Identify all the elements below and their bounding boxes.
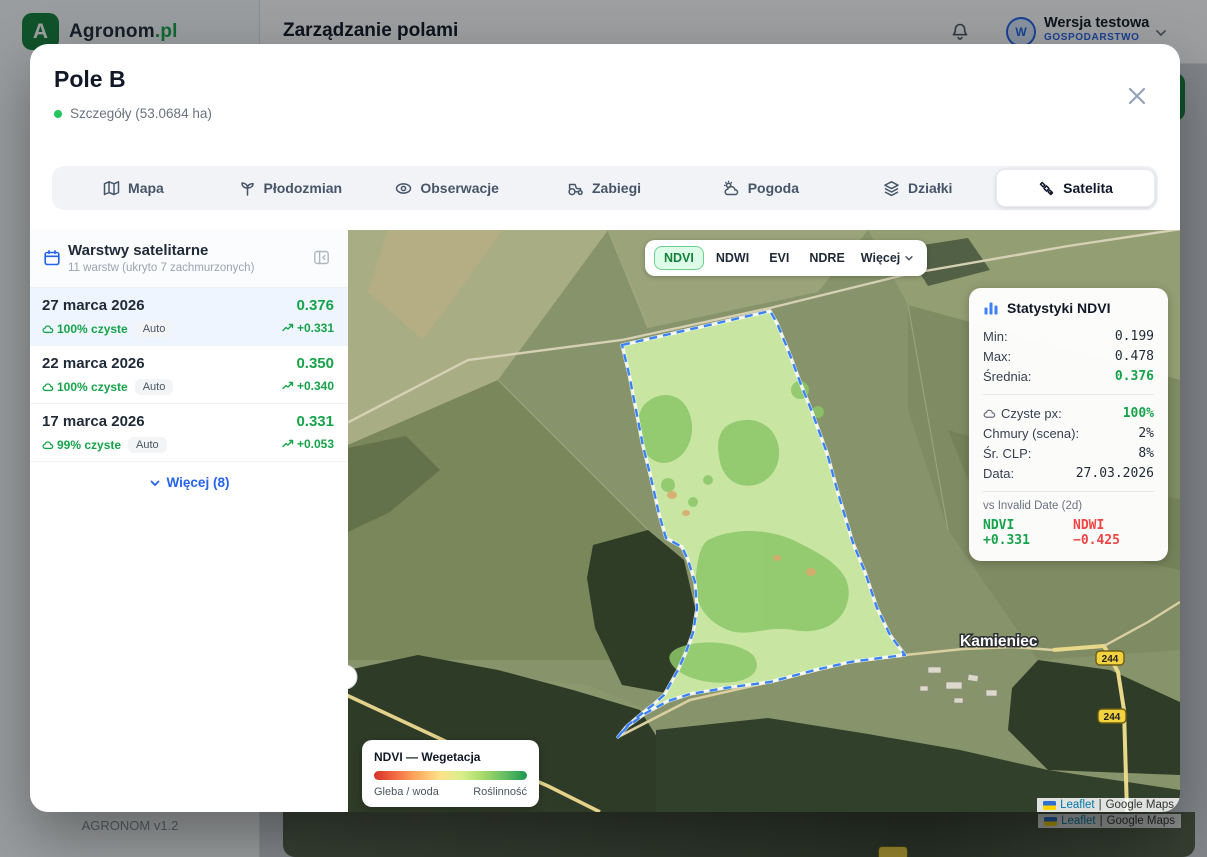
- google-maps-link[interactable]: Google Maps: [1106, 799, 1174, 811]
- stat-min: 0.199: [1115, 329, 1154, 344]
- clean-percentage: 100% czyste: [42, 380, 128, 394]
- tab-mapa[interactable]: Mapa: [55, 169, 212, 207]
- map-attribution: Leaflet | Google Maps: [1037, 798, 1180, 812]
- stat-max: 0.478: [1115, 349, 1154, 364]
- app-root: A Agronom.pl Zarządzanie polami W Wersja…: [0, 0, 1207, 857]
- legend-title: NDVI — Wegetacja: [374, 750, 527, 764]
- index-button-ndvi[interactable]: NDVI: [654, 246, 704, 270]
- ndvi-delta: +0.340: [282, 379, 334, 393]
- index-toolbar: NDVI NDWI EVI NDRE Więcej: [645, 240, 927, 276]
- ndvi-delta: +0.331: [282, 321, 334, 335]
- collapse-panel-icon[interactable]: [313, 249, 330, 266]
- chevron-down-icon: [904, 253, 914, 263]
- index-button-ndre[interactable]: NDRE: [801, 246, 852, 270]
- field-details-modal: Pole B Szczegóły (53.0684 ha) Mapa Płodo…: [30, 44, 1180, 812]
- auto-badge: Auto: [135, 321, 174, 337]
- stat-date: 27.03.2026: [1076, 466, 1154, 481]
- layer-item[interactable]: 17 marca 2026 99% czyste Auto 0.331 +0.0…: [30, 404, 348, 462]
- comparison-label: vs Invalid Date (2d): [983, 500, 1154, 512]
- tractor-icon: [567, 180, 584, 197]
- cloud-icon: [42, 381, 54, 393]
- road-shield: 244: [1096, 651, 1124, 665]
- layers-panel-header: Warstwy satelitarne 11 warstw (ukryto 7 …: [30, 230, 348, 288]
- satellite-map[interactable]: Kamieniec 244 244 NDVI NDWI EVI NDRE Wię: [348, 230, 1180, 812]
- trend-up-icon: [282, 438, 294, 450]
- comparison-deltas: NDVI +0.331 NDWI −0.425: [983, 518, 1154, 548]
- ndvi-delta: +0.053: [282, 437, 334, 451]
- clean-percentage: 99% czyste: [42, 438, 121, 452]
- index-more-button[interactable]: Więcej: [857, 246, 919, 270]
- layers-icon: [883, 180, 900, 197]
- legend-gradient-bar: [374, 771, 527, 780]
- stats-title: Statystyki NDVI: [1007, 300, 1110, 316]
- ndwi-delta-value: NDWI −0.425: [1073, 518, 1154, 548]
- layers-panel-subtitle: 11 warstw (ukryto 7 zachmurzonych): [68, 262, 254, 274]
- tab-zabiegi[interactable]: Zabiegi: [526, 169, 683, 207]
- tab-plodozmian[interactable]: Płodozmian: [212, 169, 369, 207]
- clean-percentage: 100% czyste: [42, 322, 128, 336]
- status-dot: [54, 110, 62, 118]
- trend-up-icon: [282, 380, 294, 392]
- tab-obserwacje[interactable]: Obserwacje: [369, 169, 526, 207]
- ndvi-stats-card: Statystyki NDVI Min:0.199 Max:0.478 Śred…: [969, 288, 1168, 561]
- leaflet-flag-icon: [1043, 801, 1056, 810]
- close-icon[interactable]: [1123, 82, 1151, 110]
- ndvi-value: 0.350: [296, 355, 334, 372]
- satellite-icon: [1038, 180, 1055, 197]
- cloud-sun-icon: [723, 180, 740, 197]
- layer-date: 27 marca 2026: [42, 297, 145, 314]
- auto-badge: Auto: [128, 437, 167, 453]
- cloud-icon: [42, 439, 54, 451]
- place-label: Kamieniec: [960, 633, 1038, 650]
- calendar-icon: [43, 249, 61, 267]
- ndvi-value: 0.331: [296, 413, 334, 430]
- satellite-layers-panel: Warstwy satelitarne 11 warstw (ukryto 7 …: [30, 230, 348, 812]
- index-button-evi[interactable]: EVI: [761, 246, 797, 270]
- index-button-ndwi[interactable]: NDWI: [708, 246, 757, 270]
- layer-date: 17 marca 2026: [42, 413, 145, 430]
- sprout-icon: [239, 180, 256, 197]
- stat-clean-px: 100%: [1123, 406, 1154, 421]
- auto-badge: Auto: [135, 379, 174, 395]
- stat-clouds: 2%: [1138, 426, 1154, 441]
- stat-clp: 8%: [1138, 446, 1154, 461]
- svg-text:244: 244: [1102, 654, 1119, 665]
- modal-title: Pole B: [54, 66, 126, 93]
- chevron-down-icon: [149, 477, 161, 489]
- road-shield: 244: [1098, 709, 1126, 723]
- svg-text:244: 244: [1104, 712, 1121, 723]
- tab-satelita[interactable]: Satelita: [996, 169, 1155, 207]
- trend-up-icon: [282, 322, 294, 334]
- layer-date: 22 marca 2026: [42, 355, 145, 372]
- tab-dzialki[interactable]: Działki: [839, 169, 996, 207]
- modal-subtitle: Szczegóły (53.0684 ha): [54, 106, 212, 121]
- ndvi-value: 0.376: [296, 297, 334, 314]
- show-more-layers-link[interactable]: Więcej (8): [30, 475, 348, 490]
- layer-item[interactable]: 27 marca 2026 100% czyste Auto 0.376 +0.…: [30, 288, 348, 346]
- layers-panel-title: Warstwy satelitarne: [68, 242, 208, 259]
- eye-icon: [395, 180, 412, 197]
- modal-tabbar: Mapa Płodozmian Obserwacje Zabiegi Pogod…: [52, 166, 1158, 210]
- layer-item[interactable]: 22 marca 2026 100% czyste Auto 0.350 +0.…: [30, 346, 348, 404]
- tab-pogoda[interactable]: Pogoda: [682, 169, 839, 207]
- stat-mean: 0.376: [1115, 369, 1154, 384]
- map-icon: [103, 180, 120, 197]
- bar-chart-icon: [983, 300, 999, 316]
- ndvi-legend: NDVI — Wegetacja Gleba / woda Roślinność: [362, 740, 539, 807]
- legend-left-label: Gleba / woda: [374, 786, 439, 798]
- ndvi-delta-value: NDVI +0.331: [983, 518, 1064, 548]
- legend-right-label: Roślinność: [473, 786, 527, 798]
- cloud-icon: [983, 407, 996, 420]
- leaflet-link[interactable]: Leaflet: [1060, 799, 1095, 811]
- cloud-icon: [42, 323, 54, 335]
